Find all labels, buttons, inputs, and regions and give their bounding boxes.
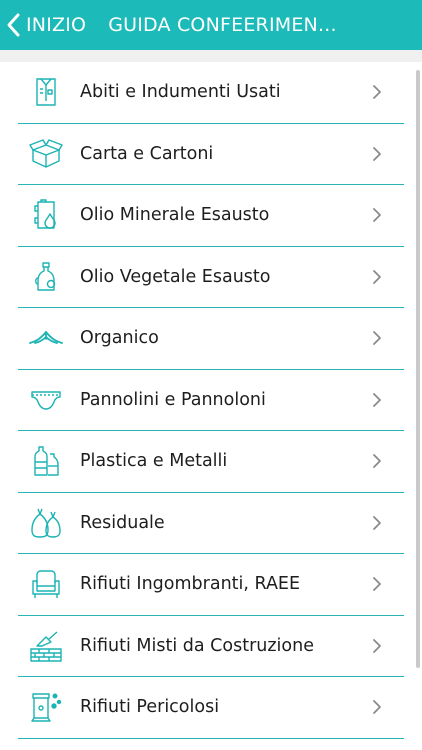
item-label: Abiti e Indumenti Usati — [80, 82, 281, 103]
bricks-trowel-icon — [28, 628, 64, 664]
hazard-container-icon — [28, 689, 64, 725]
chevron-left-icon — [7, 13, 20, 37]
chevron-right-icon — [373, 146, 381, 161]
cardboard-box-icon — [28, 136, 64, 172]
list-item-organico[interactable]: Organico — [18, 308, 404, 370]
item-label: Rifiuti Misti da Costruzione — [80, 635, 314, 656]
header-bar: INIZIO GUIDA CONFEERIMEN... — [0, 0, 422, 50]
item-label: Plastica e Metalli — [80, 451, 228, 472]
scrollbar[interactable] — [416, 70, 420, 668]
list-item-pannolini[interactable]: Pannolini e Pannoloni — [18, 370, 404, 431]
item-label: Rifiuti Ingombranti, RAEE — [80, 574, 301, 595]
list-item-costruzione[interactable]: Rifiuti Misti da Costruzione — [18, 616, 404, 677]
back-label: INIZIO — [26, 14, 87, 36]
trash-bags-icon — [28, 505, 64, 541]
header-spacer — [0, 50, 422, 62]
list-item-residuale[interactable]: Residuale — [18, 493, 404, 554]
list-item-pericolosi[interactable]: Rifiuti Pericolosi — [18, 677, 404, 739]
chevron-right-icon — [373, 269, 381, 284]
chevron-right-icon — [373, 331, 381, 346]
chevron-right-icon — [373, 700, 381, 715]
armchair-icon — [28, 566, 64, 602]
chevron-right-icon — [373, 85, 381, 100]
list-item-carta[interactable]: Carta e Cartoni — [18, 124, 404, 185]
chevron-right-icon — [373, 577, 381, 592]
list-item-olio-minerale[interactable]: Olio Minerale Esausto — [18, 185, 404, 247]
plastic-bottles-icon — [28, 443, 64, 479]
chevron-right-icon — [373, 638, 381, 653]
list-item-plastica[interactable]: Plastica e Metalli — [18, 431, 404, 493]
item-label: Pannolini e Pannoloni — [80, 389, 266, 410]
item-label: Residuale — [80, 512, 165, 533]
list-item-abiti[interactable]: Abiti e Indumenti Usati — [18, 62, 404, 124]
list-item-ingombranti[interactable]: Rifiuti Ingombranti, RAEE — [18, 554, 404, 616]
category-list: Abiti e Indumenti Usati Carta e Cartoni — [0, 62, 422, 739]
clothes-icon — [28, 74, 64, 110]
item-label: Organico — [80, 328, 159, 349]
back-button[interactable]: INIZIO — [0, 0, 86, 50]
diaper-icon — [28, 382, 64, 418]
chevron-right-icon — [373, 454, 381, 469]
page-title: GUIDA CONFEERIMEN... — [108, 14, 337, 36]
oil-can-icon — [28, 197, 64, 233]
item-label: Olio Vegetale Esausto — [80, 266, 271, 287]
chevron-right-icon — [373, 392, 381, 407]
item-label: Rifiuti Pericolosi — [80, 697, 220, 718]
list-item-olio-vegetale[interactable]: Olio Vegetale Esausto — [18, 247, 404, 308]
organic-icon — [28, 320, 64, 356]
chevron-right-icon — [373, 515, 381, 530]
oil-bottle-icon — [28, 259, 64, 295]
item-label: Carta e Cartoni — [80, 143, 214, 164]
item-label: Olio Minerale Esausto — [80, 205, 270, 226]
chevron-right-icon — [373, 208, 381, 223]
